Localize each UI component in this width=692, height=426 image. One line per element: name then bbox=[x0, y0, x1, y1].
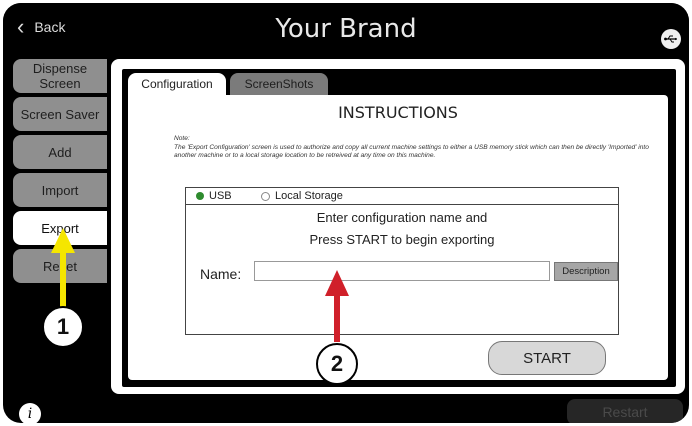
sidebar-item-label: Export bbox=[41, 220, 79, 236]
sidebar-item-add[interactable]: Add bbox=[13, 135, 107, 169]
sidebar-item-label: Dispense Screen bbox=[32, 61, 88, 91]
start-button[interactable]: START bbox=[488, 341, 606, 375]
sidebar-item-dispense-screen[interactable]: Dispense Screen bbox=[13, 59, 107, 93]
export-box: USB Local Storage Enter configuration na… bbox=[185, 187, 619, 335]
radio-usb[interactable]: USB bbox=[196, 190, 232, 202]
sidebar-item-label: Import bbox=[41, 182, 79, 198]
description-button[interactable]: Description bbox=[554, 262, 618, 281]
callout-2: 2 bbox=[316, 343, 358, 385]
storage-radio-group: USB Local Storage bbox=[186, 188, 618, 205]
sidebar-item-label: Reset bbox=[43, 258, 77, 274]
usb-symbol bbox=[664, 35, 677, 43]
tab-container: Configuration ScreenShots INSTRUCTIONS N… bbox=[122, 69, 676, 387]
sidebar-item-import[interactable]: Import bbox=[13, 173, 107, 207]
instructions-title: INSTRUCTIONS bbox=[338, 103, 458, 122]
tab-screenshots[interactable]: ScreenShots bbox=[230, 73, 328, 95]
configuration-card: INSTRUCTIONS Note: The 'Export Configura… bbox=[128, 95, 668, 380]
name-label: Name: bbox=[200, 266, 242, 282]
radio-unselected-icon bbox=[261, 191, 270, 201]
usb-icon[interactable] bbox=[661, 29, 681, 49]
radio-local-storage[interactable]: Local Storage bbox=[261, 190, 343, 202]
prompt-line-1: Enter configuration name and bbox=[316, 210, 488, 225]
sidebar-item-label: Screen Saver bbox=[20, 106, 100, 122]
tab-label: Configuration bbox=[141, 77, 213, 91]
radio-local-label: Local Storage bbox=[275, 190, 343, 202]
tab-configuration[interactable]: Configuration bbox=[128, 73, 226, 95]
top-bar: ‹ Back Your Brand bbox=[3, 3, 689, 57]
restart-button[interactable]: Restart bbox=[567, 399, 683, 423]
prompt-line-2: Press START to begin exporting bbox=[309, 232, 495, 247]
sidebar-item-label: Add bbox=[48, 144, 72, 160]
note-label: Note: bbox=[174, 135, 190, 142]
note-text: The 'Export Configuration' screen is use… bbox=[174, 143, 649, 160]
sidebar-item-screen-saver[interactable]: Screen Saver bbox=[13, 97, 107, 131]
brand-title: Your Brand bbox=[275, 14, 417, 44]
sidebar-item-export[interactable]: Export bbox=[13, 211, 107, 245]
sidebar-item-reset[interactable]: Reset bbox=[13, 249, 107, 283]
instructions-note: Note: The 'Export Configuration' screen … bbox=[174, 135, 652, 161]
radio-selected-icon bbox=[196, 192, 204, 200]
name-input[interactable] bbox=[254, 261, 550, 281]
info-icon[interactable]: i bbox=[19, 403, 41, 423]
callout-1: 1 bbox=[42, 306, 84, 348]
tab-label: ScreenShots bbox=[244, 77, 314, 91]
main-panel: Configuration ScreenShots INSTRUCTIONS N… bbox=[111, 59, 685, 394]
radio-usb-label: USB bbox=[209, 190, 232, 202]
